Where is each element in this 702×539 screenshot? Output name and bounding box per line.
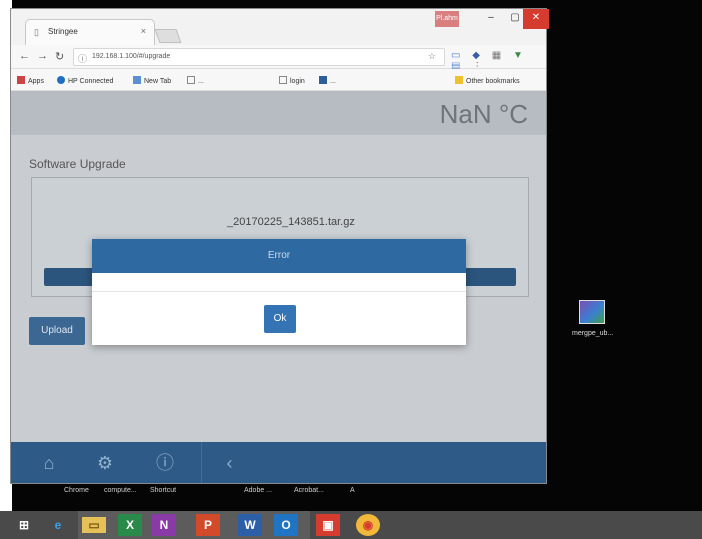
temperature-readout: NaN °C [439, 99, 528, 129]
archive-icon [579, 300, 605, 324]
hp-icon [57, 76, 65, 84]
desktop: ▯ Stringee × Pl.ahm – ▢ ✕ ← → ↻ ⓘ 192.16… [0, 0, 702, 511]
folder-icon [455, 76, 463, 84]
cast-icon[interactable]: ▭ [451, 50, 460, 61]
info-icon[interactable]: ⓘ [78, 52, 87, 65]
page-icon [187, 76, 195, 84]
page-icon [279, 76, 287, 84]
desktop-label[interactable]: Shortcut [150, 487, 176, 494]
other-bookmarks[interactable]: Other bookmarks [455, 76, 520, 85]
tab-bar: ▯ Stringee × Pl.ahm – ▢ ✕ [11, 9, 549, 45]
new-tab-button[interactable] [154, 29, 182, 43]
bookmark-hp[interactable]: HP Connected [57, 76, 113, 85]
powerpoint-icon[interactable]: P [196, 514, 220, 536]
desktop-label[interactable]: Acrobat... [294, 487, 324, 494]
apps-icon [17, 76, 25, 84]
minimize-button[interactable]: – [479, 9, 503, 29]
back-arrow-icon[interactable]: ← [19, 50, 30, 62]
bookmarks-bar: Apps HP Connected New Tab ... login ... … [11, 69, 546, 91]
url-input[interactable]: ⓘ 192.168.1.100/#/upgrade ☆ [73, 48, 445, 66]
web-page: NaN °C Software Upgrade _20170225_143851… [11, 91, 546, 483]
office-icon[interactable]: ▣ [316, 514, 340, 536]
page-icon [319, 76, 327, 84]
desktop-label[interactable]: Adobe ... [244, 487, 272, 494]
info-icon[interactable]: ⓘ [137, 442, 193, 483]
desktop-icon-label: mergpe_ub... [572, 330, 614, 337]
page-icon: ▯ [34, 27, 39, 37]
filename: _20170225_143851.tar.gz [227, 216, 355, 228]
desktop-labels: Chrome compute... Shortcut Adobe ... Acr… [0, 487, 560, 507]
forward-arrow-icon[interactable]: → [37, 50, 48, 62]
ok-button[interactable]: Ok [264, 305, 296, 333]
file-explorer-icon[interactable]: ▭ [82, 517, 106, 533]
windows-start-icon[interactable]: ⊞ [12, 514, 36, 536]
desktop-label[interactable]: compute... [104, 487, 137, 494]
home-icon[interactable]: ⌂ [21, 442, 77, 483]
app-header: NaN °C [11, 91, 546, 135]
profile-badge[interactable]: Pl.ahm [435, 11, 459, 27]
onenote-icon[interactable]: N [152, 514, 176, 536]
ie-icon[interactable]: e [46, 514, 70, 536]
desktop-label[interactable]: Chrome [64, 487, 89, 494]
excel-icon[interactable]: X [118, 514, 142, 536]
desktop-file-icon[interactable]: mergpe_ub... [572, 300, 614, 337]
footer-nav: ⌂ ⚙ ⓘ ‹ [11, 442, 546, 483]
bookmark-item[interactable]: ... [319, 76, 336, 85]
bookmark-login[interactable]: login [279, 76, 305, 85]
close-tab-icon[interactable]: × [141, 26, 146, 36]
upload-button[interactable]: Upload [29, 317, 85, 345]
bookmark-star-icon[interactable]: ☆ [428, 51, 436, 62]
taskbar: ⊞ e ▭ X N P W O ▣ ◉ [0, 511, 702, 539]
error-dialog: Error Ok [92, 239, 466, 345]
reload-icon[interactable]: ↻ [55, 50, 64, 63]
bookmark-apps[interactable]: Apps [17, 76, 44, 85]
dialog-title: Error [92, 239, 466, 273]
dialog-divider [92, 291, 466, 292]
word-icon[interactable]: W [238, 514, 262, 536]
browser-window: ▯ Stringee × Pl.ahm – ▢ ✕ ← → ↻ ⓘ 192.16… [10, 8, 549, 484]
bookmark-item[interactable]: ... [187, 76, 204, 85]
page-icon [133, 76, 141, 84]
bookmark-newtab[interactable]: New Tab [133, 76, 171, 85]
chrome-icon[interactable]: ◉ [356, 514, 380, 536]
gear-icon[interactable]: ⚙ [77, 442, 133, 483]
address-bar: ← → ↻ ⓘ 192.168.1.100/#/upgrade ☆ ▭ ◆ ▦ … [11, 45, 546, 72]
browser-tab[interactable]: ▯ Stringee × [25, 19, 155, 45]
url-text: 192.168.1.100/#/upgrade [92, 53, 171, 60]
extension-icon[interactable]: ▦ [492, 50, 501, 61]
desktop-label[interactable]: A [350, 487, 355, 494]
close-window-button[interactable]: ✕ [523, 9, 549, 29]
section-title: Software Upgrade [29, 157, 126, 171]
back-chevron-icon[interactable]: ‹ [201, 442, 257, 483]
outlook-icon[interactable]: O [274, 514, 298, 536]
extension-icon[interactable]: ◆ [472, 50, 480, 61]
extension-icon[interactable]: ▼ [513, 50, 523, 61]
tab-title: Stringee [48, 27, 78, 36]
